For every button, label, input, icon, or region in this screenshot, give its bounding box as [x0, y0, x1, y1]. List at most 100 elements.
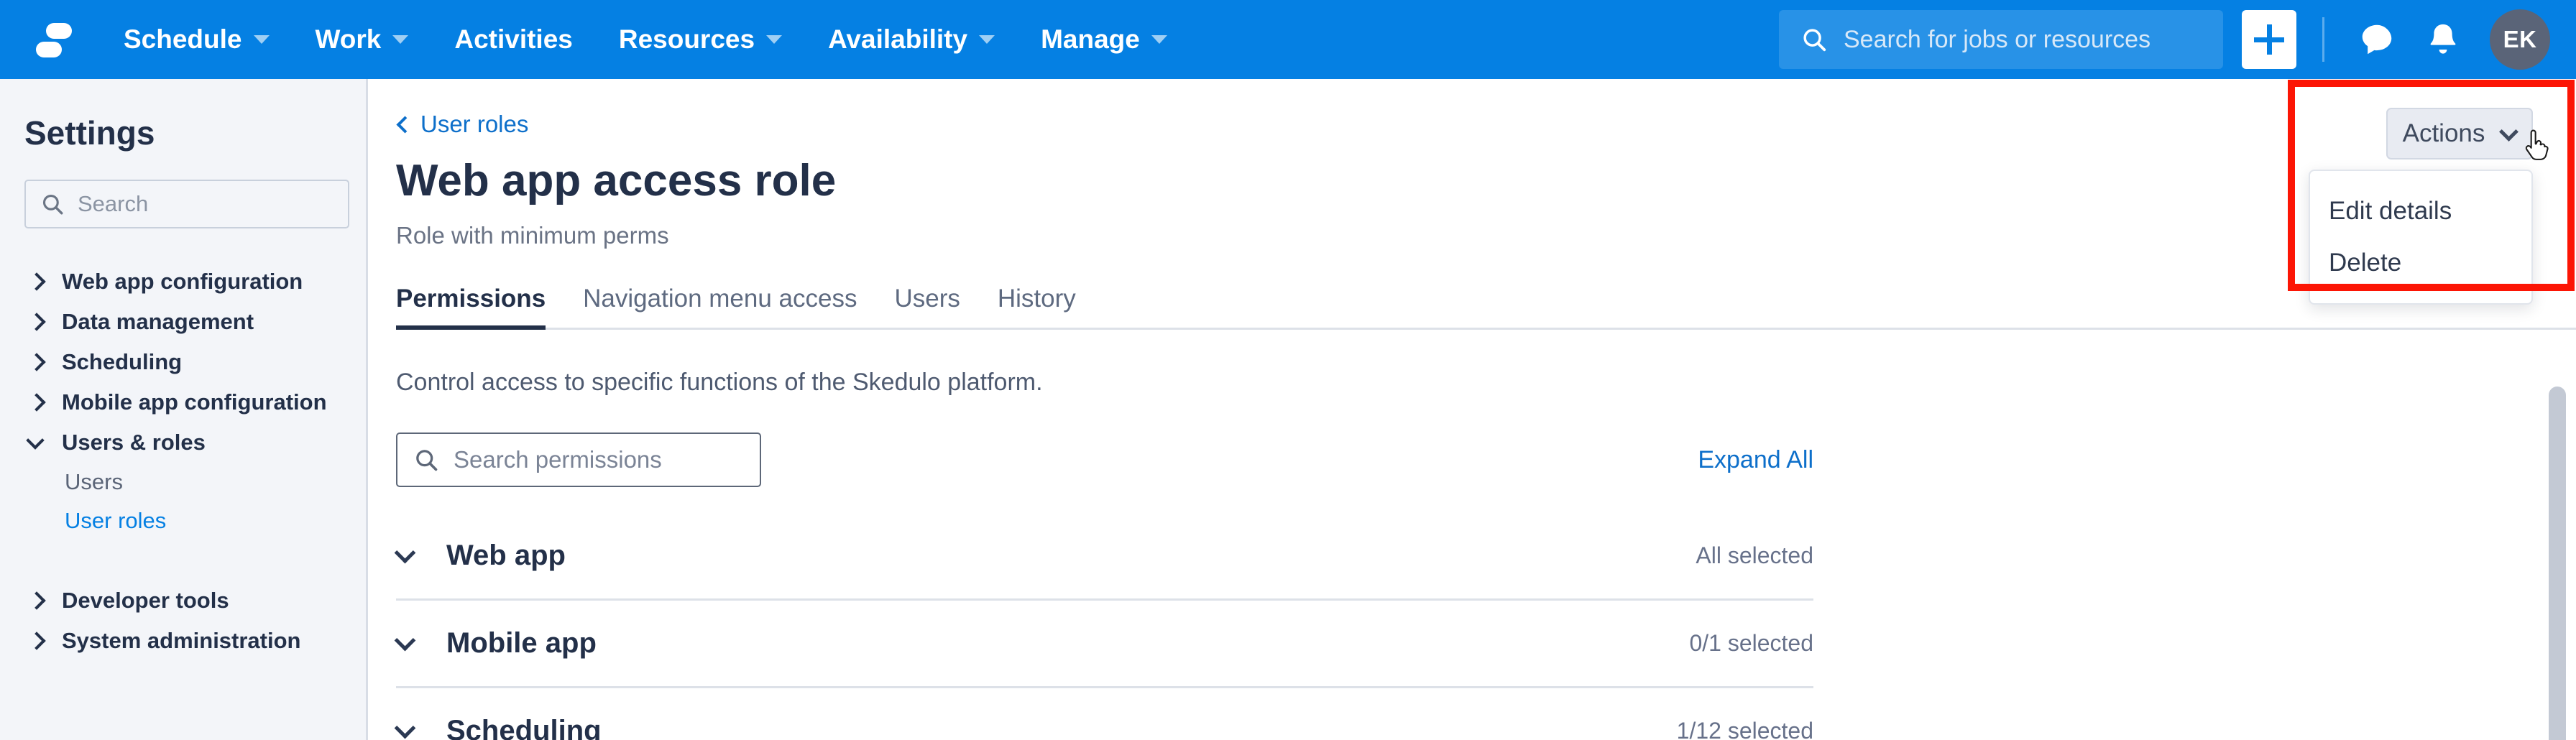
nav-item-label: Work	[316, 24, 382, 55]
permission-group-row-web-app[interactable]: Web app All selected	[396, 513, 1813, 601]
permission-group-row-scheduling[interactable]: Scheduling 1/12 selected	[396, 688, 1813, 740]
sidebar-item-label: User roles	[65, 508, 166, 534]
permissions-search-input[interactable]: Search permissions	[396, 433, 761, 487]
chevron-down-icon	[766, 35, 782, 44]
chevron-down-icon	[2501, 126, 2516, 142]
sidebar-item-data-management[interactable]: Data management	[29, 302, 366, 342]
chevron-right-icon	[29, 315, 43, 329]
menu-item-label: Delete	[2329, 249, 2401, 277]
nav-item-resources[interactable]: Resources	[596, 0, 805, 79]
skedulo-logo-icon[interactable]	[23, 9, 85, 70]
settings-sidebar: Settings Search Web app configuration Da…	[0, 79, 368, 740]
menu-item-label: Edit details	[2329, 197, 2452, 226]
chevron-right-icon	[29, 395, 43, 410]
permission-group-name: Scheduling	[446, 715, 602, 740]
permission-group-name: Web app	[446, 540, 566, 572]
nav-item-availability[interactable]: Availability	[805, 0, 1018, 79]
tab-permissions[interactable]: Permissions	[396, 285, 564, 328]
permission-group-name: Mobile app	[446, 627, 597, 660]
search-icon	[1800, 26, 1828, 53]
role-title: Web app access role	[396, 155, 2576, 206]
top-navigation-bar: Schedule Work Activities Resources Avail…	[0, 0, 2576, 79]
search-icon	[40, 192, 65, 216]
nav-item-activities[interactable]: Activities	[431, 0, 596, 79]
tab-label: Navigation menu access	[583, 285, 857, 313]
nav-item-work[interactable]: Work	[293, 0, 432, 79]
sidebar-item-label: Web app configuration	[62, 269, 303, 295]
chevron-left-icon	[396, 118, 409, 131]
actions-button[interactable]: Actions	[2386, 108, 2533, 159]
chevron-right-icon	[29, 355, 43, 369]
tab-bar: Permissions Navigation menu access Users…	[396, 277, 2576, 330]
sidebar-item-user-roles[interactable]: User roles	[65, 501, 366, 540]
sidebar-item-users-and-roles[interactable]: Users & roles	[29, 422, 366, 463]
permission-group-row-mobile-app[interactable]: Mobile app 0/1 selected	[396, 601, 1813, 688]
primary-nav-items: Schedule Work Activities Resources Avail…	[101, 0, 1190, 79]
sidebar-item-label: Users	[65, 469, 123, 495]
tab-label: Users	[894, 285, 960, 313]
sidebar-item-label: Developer tools	[62, 588, 229, 614]
actions-button-label: Actions	[2403, 119, 2485, 148]
nav-item-label: Manage	[1041, 24, 1140, 55]
vertical-scrollbar[interactable]	[2549, 387, 2566, 740]
menu-item-edit-details[interactable]: Edit details	[2310, 185, 2531, 237]
chevron-down-icon	[1151, 35, 1167, 44]
role-subtitle: Role with minimum perms	[396, 222, 2576, 249]
permission-group-count: All selected	[1696, 542, 1813, 569]
breadcrumb-label: User roles	[420, 111, 528, 138]
tab-navigation-menu-access[interactable]: Navigation menu access	[564, 285, 875, 328]
nav-item-label: Resources	[619, 24, 755, 55]
permission-group-count: 0/1 selected	[1689, 630, 1813, 657]
sidebar-search-input[interactable]: Search	[24, 180, 349, 228]
permissions-controls: Search permissions Expand All	[396, 433, 1813, 487]
tab-history[interactable]: History	[979, 285, 1095, 328]
permission-group-count: 1/12 selected	[1677, 718, 1813, 740]
nav-right-cluster: Search for jobs or resources EK	[1779, 9, 2576, 70]
chevron-down-icon	[396, 722, 415, 740]
sidebar-item-scheduling[interactable]: Scheduling	[29, 342, 366, 382]
expand-all-link[interactable]: Expand All	[1698, 446, 1813, 474]
tab-users[interactable]: Users	[875, 285, 978, 328]
plus-icon	[2254, 24, 2284, 55]
breadcrumb[interactable]: User roles	[396, 111, 528, 138]
permission-group-list: Web app All selected Mobile app 0/1 sele…	[396, 513, 1813, 740]
global-search-input[interactable]: Search for jobs or resources	[1779, 10, 2223, 69]
main-content-area: User roles Web app access role Role with…	[370, 79, 2576, 740]
chevron-down-icon	[254, 35, 270, 44]
sidebar-item-system-administration[interactable]: System administration	[29, 621, 366, 661]
sidebar-group-list: Web app configuration Data management Sc…	[0, 262, 366, 661]
chevron-down-icon	[29, 435, 43, 450]
avatar[interactable]: EK	[2490, 9, 2550, 70]
sidebar-item-label: Mobile app configuration	[62, 389, 327, 415]
global-search-placeholder: Search for jobs or resources	[1844, 26, 2150, 54]
actions-menu-container: Actions Edit details Delete	[2386, 108, 2533, 159]
permissions-search-placeholder: Search permissions	[454, 446, 662, 473]
sidebar-item-developer-tools[interactable]: Developer tools	[29, 581, 366, 621]
sidebar-item-mobile-app-configuration[interactable]: Mobile app configuration	[29, 382, 366, 422]
nav-item-label: Activities	[454, 24, 573, 55]
tab-label: History	[998, 285, 1076, 313]
bell-icon[interactable]	[2416, 13, 2470, 66]
menu-item-delete[interactable]: Delete	[2310, 237, 2531, 289]
chevron-down-icon	[396, 547, 415, 565]
actions-dropdown-menu: Edit details Delete	[2309, 170, 2533, 305]
chevron-right-icon	[29, 634, 43, 648]
chevron-down-icon	[396, 634, 415, 653]
sidebar-item-label: System administration	[62, 628, 300, 654]
chevron-right-icon	[29, 593, 43, 608]
nav-item-schedule[interactable]: Schedule	[101, 0, 293, 79]
nav-item-label: Schedule	[124, 24, 242, 55]
sidebar-item-users[interactable]: Users	[65, 463, 366, 501]
sidebar-item-web-app-configuration[interactable]: Web app configuration	[29, 262, 366, 302]
sidebar-item-label: Scheduling	[62, 349, 182, 375]
chevron-down-icon	[392, 35, 408, 44]
tab-label: Permissions	[396, 285, 546, 313]
chevron-right-icon	[29, 274, 43, 289]
sidebar-search-placeholder: Search	[78, 191, 148, 217]
permissions-description: Control access to specific functions of …	[396, 369, 2576, 397]
create-new-button[interactable]	[2242, 10, 2296, 69]
nav-item-label: Availability	[828, 24, 967, 55]
nav-item-manage[interactable]: Manage	[1018, 0, 1190, 79]
chat-bubble-icon[interactable]	[2350, 13, 2404, 66]
sidebar-item-label: Data management	[62, 309, 254, 335]
